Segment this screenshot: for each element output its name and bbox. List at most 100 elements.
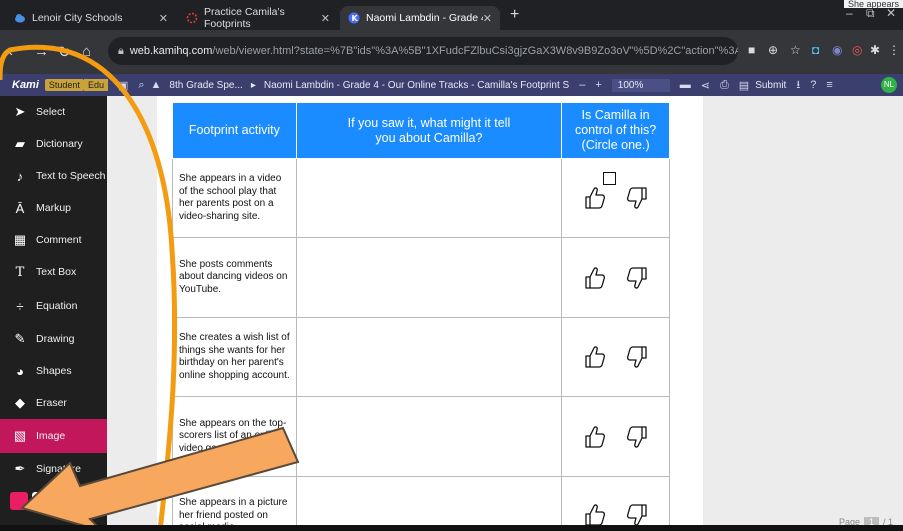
reload-icon[interactable]: ↻: [58, 43, 71, 61]
close-icon[interactable]: ✕: [321, 12, 330, 25]
download-icon[interactable]: ⭳: [796, 76, 800, 95]
thumbs-down-icon[interactable]: [625, 185, 649, 211]
tab-practice-camilas-footprints[interactable]: Practice Camila's Footprints ✕: [178, 6, 338, 30]
placed-square-shape[interactable]: [603, 172, 616, 185]
tool-label: Shapes: [36, 365, 72, 377]
zoom-select[interactable]: 100%: [611, 78, 670, 92]
close-icon[interactable]: ✕: [483, 12, 492, 25]
tool-label: Text to Speech: [36, 170, 106, 182]
activity-cell: She appears in a video of the school pla…: [172, 158, 297, 238]
tool-image[interactable]: ▧ Image: [0, 419, 107, 453]
thumbs-cell[interactable]: [561, 396, 670, 477]
print-icon[interactable]: ⎙: [720, 79, 729, 92]
tool-comment[interactable]: ▦ Comment: [0, 224, 107, 256]
tab-lenoir-city-schools[interactable]: Lenoir City Schools ✕: [6, 6, 176, 30]
new-tab-button[interactable]: +: [510, 6, 519, 24]
tool-dictionary[interactable]: ▰ Dictionary: [0, 128, 107, 160]
thumbs-cell[interactable]: [561, 237, 670, 318]
tool-label: Comment: [36, 234, 82, 246]
close-icon[interactable]: ✕: [159, 12, 168, 25]
thumbs-up-icon[interactable]: [583, 344, 607, 370]
cursor-icon: ➤: [14, 104, 26, 119]
forward-icon[interactable]: →: [34, 43, 49, 60]
thumbs-down-icon[interactable]: [625, 265, 649, 291]
text-icon: T: [15, 264, 25, 280]
thumbs-cell[interactable]: [561, 317, 670, 397]
back-icon[interactable]: ‹: [8, 43, 13, 60]
share-icon[interactable]: ⋖: [701, 79, 710, 92]
tab-label: Practice Camila's Footprints: [204, 6, 285, 30]
zoom-out-button[interactable]: –: [579, 79, 585, 91]
answer-cell[interactable]: [295, 476, 563, 531]
thumbs-cell[interactable]: [561, 158, 670, 238]
tool-signature[interactable]: ✒ Signature: [0, 453, 107, 485]
answer-cell[interactable]: [295, 317, 563, 397]
url-path: /web/viewer.html?state=%7B"ids"%3A%5B"1X…: [212, 45, 738, 57]
folder-icon[interactable]: ▬: [680, 79, 691, 91]
kami-extension-icon[interactable]: ◉: [832, 43, 842, 57]
help-icon[interactable]: ?: [810, 79, 816, 91]
divide-icon: ÷: [16, 298, 24, 314]
panel-toggle-icon[interactable]: [10, 492, 28, 510]
circle-dashed-icon: [186, 12, 198, 24]
answer-cell[interactable]: [295, 237, 563, 318]
activity-cell: She creates a wish list of things she wa…: [172, 317, 297, 397]
submit-button[interactable]: Submit: [755, 80, 786, 91]
camera-icon[interactable]: ■: [748, 43, 755, 57]
menu-dots-icon[interactable]: ⋮: [888, 43, 900, 57]
answer-cell[interactable]: [295, 396, 563, 477]
home-icon[interactable]: ⌂: [82, 43, 91, 60]
url-input[interactable]: 🔒︎ web.kamihq.com/web/viewer.html?state=…: [108, 37, 738, 65]
browser-tab-strip: Lenoir City Schools ✕ Practice Camila's …: [0, 0, 903, 30]
thumbs-down-icon[interactable]: [625, 344, 649, 370]
tool-label: Select: [36, 106, 66, 118]
document-title: Naomi Lambdin - Grade 4 - Our Online Tra…: [263, 79, 570, 91]
table-row: She posts comments about dancing videos …: [172, 237, 670, 318]
tool-eraser[interactable]: ◆ Eraser: [0, 387, 107, 419]
tab-naomi-lambdin[interactable]: K Naomi Lambdin - Grade 4 - Our C ✕: [340, 6, 500, 30]
answer-cell[interactable]: [295, 158, 563, 238]
hamburger-menu-icon[interactable]: ≡: [826, 79, 832, 91]
target-extension-icon[interactable]: ◎: [852, 43, 862, 57]
breadcrumb-separator: ▸: [250, 79, 256, 91]
tool-text-box[interactable]: T Text Box: [0, 256, 107, 288]
browser-address-bar: ‹ → ↻ ⌂ 🔒︎ web.kamihq.com/web/viewer.htm…: [0, 30, 903, 74]
partial-caption-text: She appears: [843, 0, 903, 9]
zoom-in-button[interactable]: +: [595, 79, 601, 91]
tool-label: Signature: [36, 463, 81, 475]
signature-icon: ✒: [14, 461, 26, 476]
thumbs-up-icon[interactable]: [583, 424, 607, 450]
lock-icon: 🔒︎: [118, 44, 124, 57]
bottom-edge: [0, 525, 903, 531]
speech-icon: ♪: [16, 168, 24, 184]
thumbs-down-icon[interactable]: [625, 424, 649, 450]
tool-shapes[interactable]: ◕ Shapes: [0, 355, 107, 387]
thumbs-cell[interactable]: [561, 476, 670, 531]
thumbs-up-icon[interactable]: [583, 185, 607, 211]
thumbs-up-icon[interactable]: [583, 265, 607, 291]
star-icon[interactable]: ☆: [790, 43, 801, 57]
kami-logo-icon: K: [348, 12, 360, 24]
save-icon: ▤: [738, 79, 750, 92]
tool-text-to-speech[interactable]: ♪ Text to Speech: [0, 160, 107, 192]
url-host: web.kamihq.com: [129, 45, 213, 57]
tool-markup[interactable]: Ā Markup: [0, 192, 107, 224]
puzzle-icon[interactable]: ✱: [870, 43, 880, 57]
breadcrumb-folder[interactable]: 8th Grade Spe...: [169, 80, 242, 91]
table-row: She appears in a picture her friend post…: [172, 476, 670, 531]
search-icon[interactable]: ⌕: [138, 79, 144, 92]
panel-toggle-icon[interactable]: [32, 492, 50, 510]
avatar[interactable]: NL: [881, 77, 897, 93]
tool-drawing[interactable]: ✎ Drawing: [0, 323, 107, 355]
tool-equation[interactable]: ÷ Equation: [0, 290, 107, 322]
drive-icon[interactable]: ▲: [151, 79, 162, 91]
tool-label: Dictionary: [36, 138, 83, 150]
kami-logo: Kami: [12, 79, 39, 91]
footprint-worksheet-table: Footprint activity If you saw it, what m…: [172, 102, 670, 531]
extension-icon[interactable]: ◘: [812, 43, 819, 57]
zoom-icon[interactable]: ⊕: [768, 43, 778, 57]
tool-select[interactable]: ➤ Select: [0, 96, 107, 128]
edu-badge: Edu: [83, 79, 108, 91]
sidebar-toggle-icon[interactable]: ▣: [118, 79, 128, 92]
brush-icon: ✎: [14, 331, 26, 346]
